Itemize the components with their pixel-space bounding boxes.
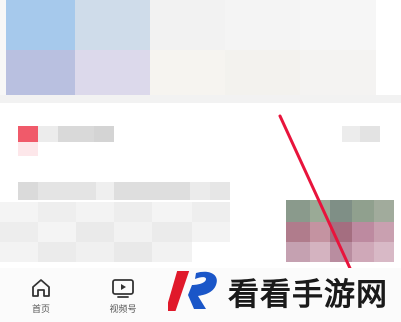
- section-divider: [0, 95, 401, 103]
- top-banner-blurred: [0, 0, 401, 95]
- blur-block: [352, 222, 374, 242]
- blur-block: [38, 222, 76, 242]
- blur-block: [18, 142, 38, 156]
- blur-block: [0, 242, 38, 262]
- watermark-text: 看看手游网: [228, 276, 388, 313]
- blur-block: [330, 222, 352, 242]
- blur-block: [286, 222, 310, 242]
- left-edge: [0, 0, 6, 95]
- blur-block: [0, 202, 38, 222]
- blur-block: [76, 202, 114, 222]
- blur-block: [310, 242, 330, 262]
- blur-block: [192, 222, 230, 242]
- blur-block: [286, 242, 310, 262]
- site-watermark: 看看手游网: [168, 262, 388, 320]
- blur-block: [96, 182, 114, 200]
- blur-block: [152, 222, 192, 242]
- blur-block: [18, 182, 38, 200]
- blur-block: [310, 200, 330, 222]
- video-channel-icon: [112, 279, 134, 298]
- blur-block: [114, 242, 152, 262]
- blur-block: [152, 242, 192, 262]
- blur-block: [58, 126, 94, 142]
- blur-block: [374, 222, 394, 242]
- blur-block: [330, 200, 352, 222]
- blur-block: [18, 126, 38, 142]
- blur-block: [114, 202, 152, 222]
- blur-block: [360, 126, 380, 142]
- blur-block: [94, 126, 114, 142]
- nav-item-home-label: 首页: [31, 305, 50, 315]
- blur-block: [76, 222, 114, 242]
- blur-block: [152, 202, 192, 222]
- blur-block: [352, 200, 374, 222]
- blur-block: [114, 222, 152, 242]
- content-list-blurred: [0, 110, 401, 270]
- nav-item-video-channel[interactable]: 视频号: [98, 276, 148, 315]
- blur-block: [38, 182, 96, 200]
- home-icon: [32, 279, 50, 297]
- blur-block: [286, 200, 310, 222]
- nav-item-home[interactable]: 首页: [16, 276, 66, 315]
- blur-block: [310, 222, 330, 242]
- blur-block: [210, 182, 230, 200]
- blur-block: [330, 242, 352, 262]
- nav-item-video-channel-label: 视频号: [109, 305, 137, 315]
- blur-block: [38, 126, 58, 142]
- blur-block: [374, 200, 394, 222]
- blur-block: [0, 222, 38, 242]
- blur-block: [38, 202, 76, 222]
- blur-block: [352, 242, 374, 262]
- kk-logo: [168, 271, 217, 311]
- blur-block: [192, 202, 230, 222]
- blur-block: [374, 242, 394, 262]
- blur-block: [114, 182, 190, 200]
- blur-block: [38, 242, 76, 262]
- blur-block: [76, 242, 114, 262]
- blur-block: [342, 126, 360, 142]
- blur-block: [190, 182, 210, 200]
